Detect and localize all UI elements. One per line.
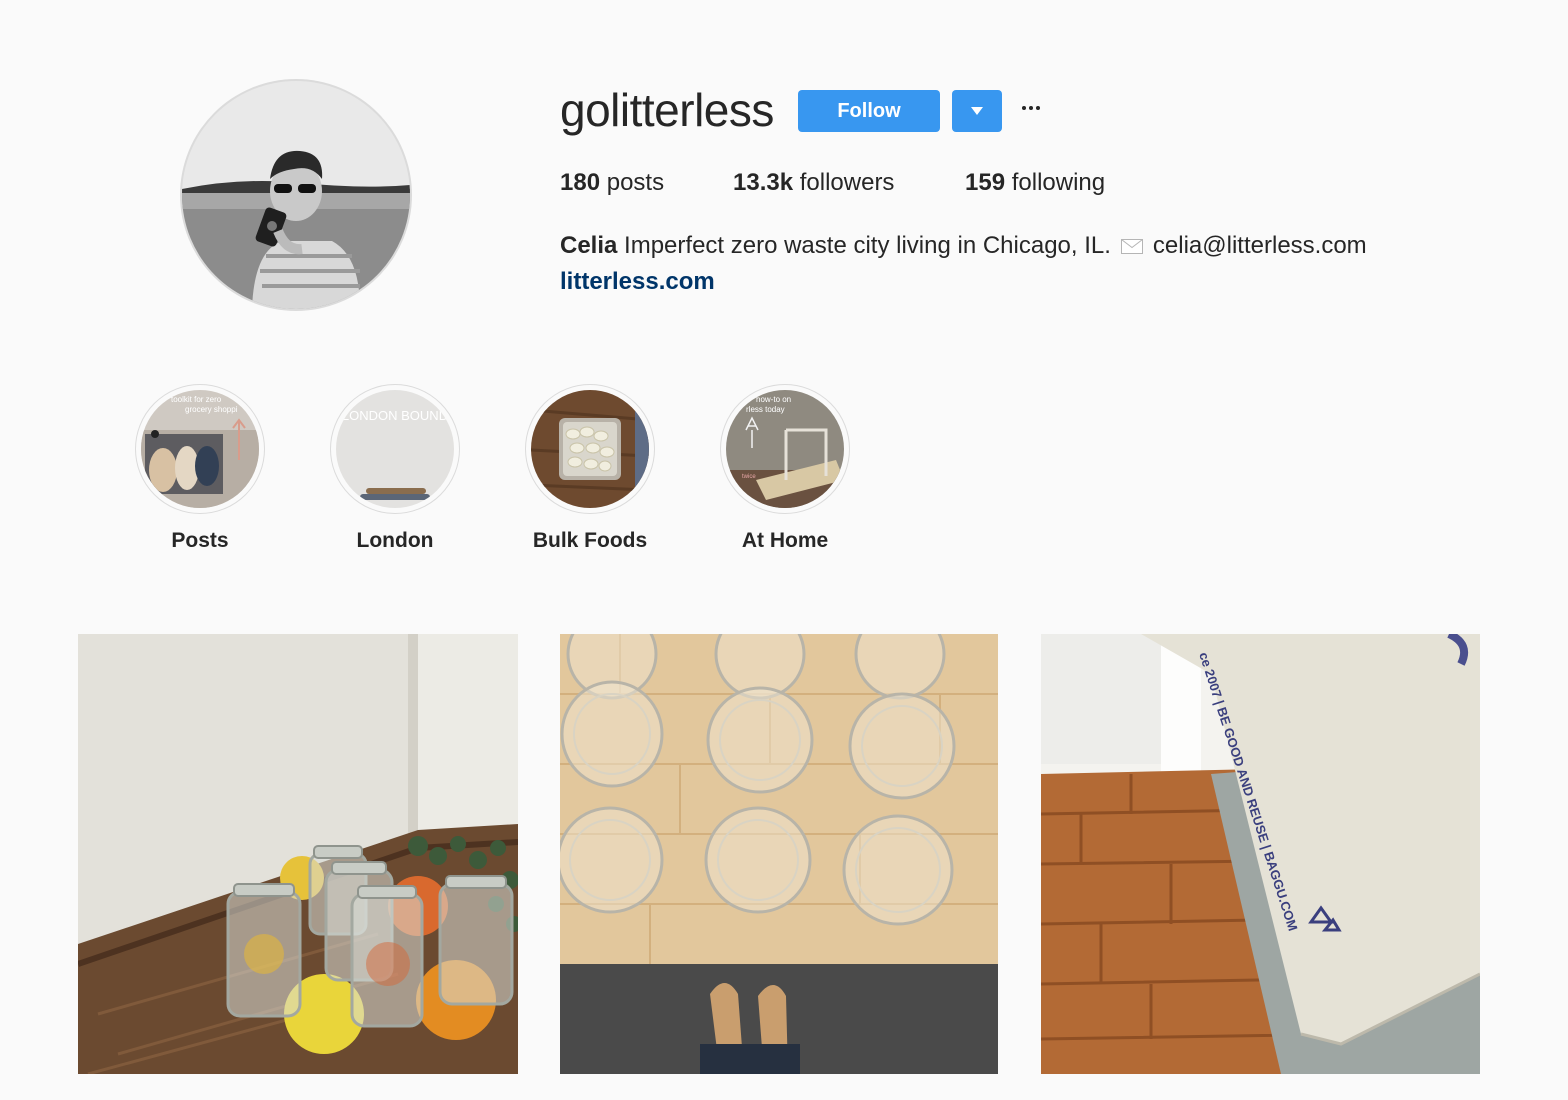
highlight-cover [531,390,649,508]
highlight-ring: toolkit for zero grocery shoppi [135,384,265,514]
highlight-overlay-text: how-to on [756,395,791,404]
following-count-label: following [1011,169,1106,196]
ellipsis-icon [1022,106,1040,110]
followers-count-label: followers [799,169,895,196]
following-link[interactable]: 159 following [965,168,1105,198]
highlight-overlay-text: grocery shoppi [185,405,238,414]
highlight-cover: toolkit for zero grocery shoppi [141,390,259,508]
suggested-dropdown-button[interactable] [952,90,1002,132]
highlight-cover: LONDON BOUND [336,390,454,508]
envelope-icon [1120,229,1143,254]
highlight-overlay-text: twice [742,474,756,480]
posts-count-value: 180 [560,169,601,196]
highlight-cover: how-to on rless today twice [726,390,844,508]
highlight-at-home[interactable]: how-to on rless today twice At Home [695,384,875,554]
highlight-ring [525,384,655,514]
highlight-label: Posts [171,529,229,552]
post-baggu-bag-floor[interactable]: ce 2007 | BE GOOD AND REUSE | BAGGU.COM [1041,634,1481,1074]
posts-count: 180 posts [560,168,664,198]
bio-website-link[interactable]: litterless.com [560,264,1367,300]
bio-email: celia@litterless.com [1152,232,1367,259]
highlight-overlay-text: LONDON BOUND [342,408,448,423]
post-mason-jars-citrus[interactable] [78,634,518,1074]
profile-username: golitterless [560,84,774,136]
chevron-down-icon [971,107,983,115]
posts-count-label: posts [606,169,665,196]
bio-text: Imperfect zero waste city living in Chic… [624,232,1111,259]
highlight-overlay-text: toolkit for zero [171,395,222,404]
highlight-label: At Home [741,529,829,552]
highlight-ring: how-to on rless today twice [720,384,850,514]
following-count-value: 159 [965,169,1006,196]
highlight-label: London [356,529,434,552]
more-options-button[interactable] [1016,96,1046,120]
profile-avatar[interactable] [180,79,412,311]
profile-bio: Celia Imperfect zero waste city living i… [560,228,1367,300]
bio-name: Celia [560,232,618,259]
post-glass-jars-table[interactable] [560,634,1000,1074]
highlight-posts[interactable]: toolkit for zero grocery shoppi Posts [110,384,290,554]
highlight-overlay-text: rless today [746,405,785,414]
highlight-label: Bulk Foods [532,529,648,552]
highlight-bulk-foods[interactable]: Bulk Foods [500,384,680,554]
followers-link[interactable]: 13.3k followers [733,168,894,198]
highlight-london[interactable]: LONDON BOUND London [305,384,485,554]
follow-button[interactable]: Follow [798,90,940,132]
avatar-photo [182,81,410,309]
highlight-ring: LONDON BOUND [330,384,460,514]
followers-count-value: 13.3k [733,169,794,196]
